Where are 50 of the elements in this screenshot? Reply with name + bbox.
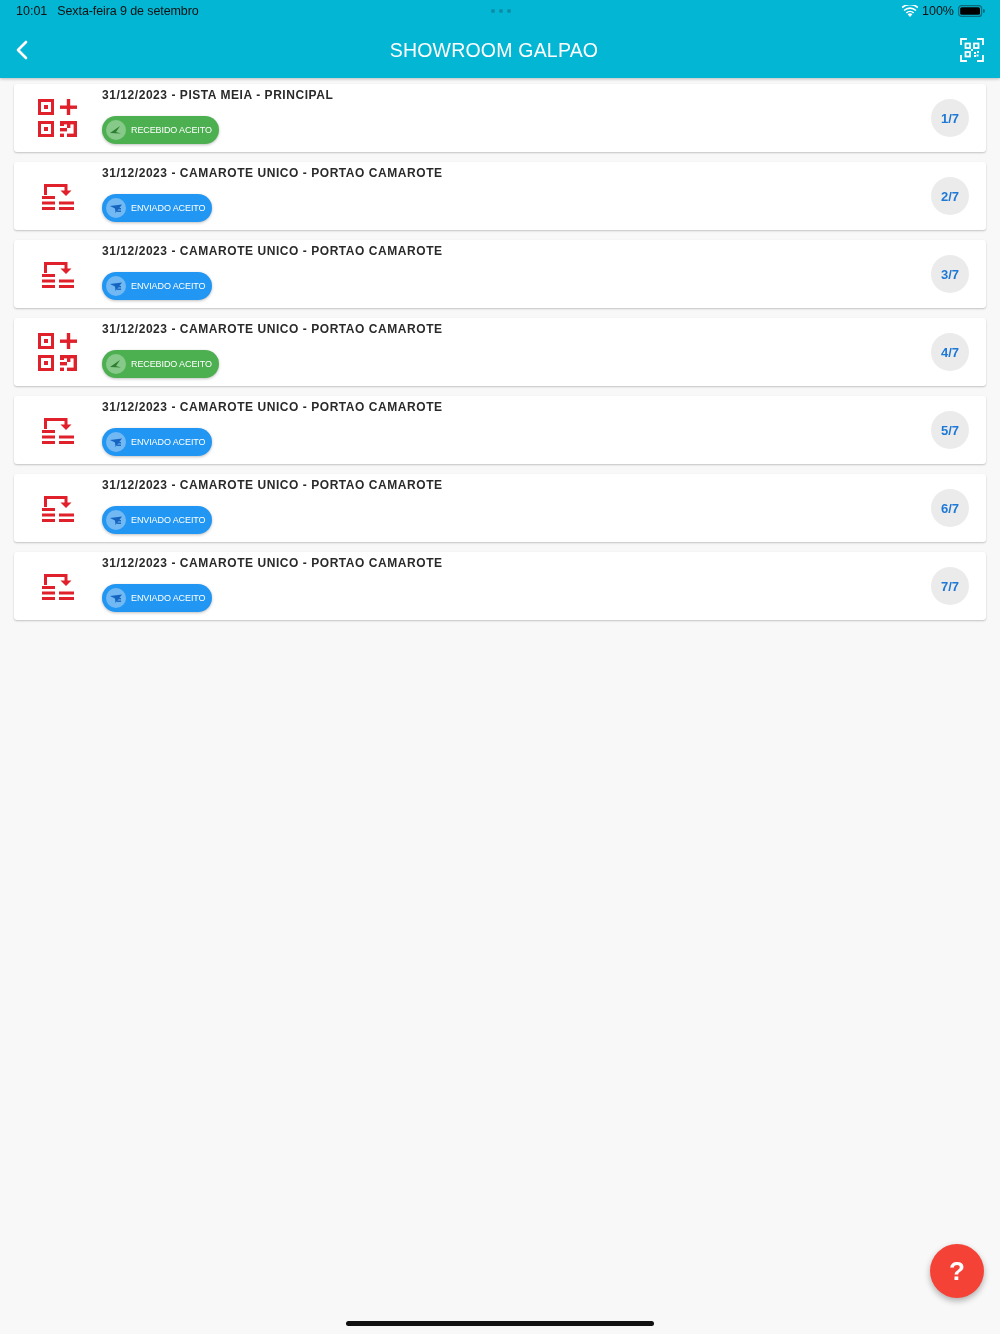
paper-plane-icon [106,510,126,530]
status-date: Sexta-feira 9 de setembro [57,4,199,18]
status-label: RECEBIDO ACEITO [131,125,212,135]
ticket-title: 31/12/2023 - CAMAROTE UNICO - PORTAO CAMAROTE [102,321,443,337]
paper-plane-icon [106,588,126,608]
counter-badge: 4/7 [931,333,969,371]
battery-percentage: 100% [922,4,954,18]
status-label: RECEBIDO ACEITO [131,359,212,369]
multitasking-dots-icon[interactable] [490,9,511,13]
ticket-title: 31/12/2023 - CAMAROTE UNICO - PORTAO CAMAROTE [102,477,443,493]
counter-badge: 2/7 [931,177,969,215]
help-button[interactable]: ? [930,1244,984,1298]
ticket-card[interactable]: 31/12/2023 - CAMAROTE UNICO - PORTAO CAMAROTE RECEBIDO ACEITO 4/7 [14,318,986,386]
wifi-icon [902,5,918,17]
paper-plane-icon [106,432,126,452]
ticket-title: 31/12/2023 - CAMAROTE UNICO - PORTAO CAMAROTE [102,243,443,259]
ticket-card[interactable]: 31/12/2023 - PISTA MEIA - PRINCIPAL RECEBIDO ACEITO 1/7 [14,84,986,152]
paper-plane-icon [106,354,126,374]
screen-title: SHOWROOM GALPAO [389,38,599,62]
ticket-card[interactable]: 31/12/2023 - CAMAROTE UNICO - PORTAO CAMAROTE ENVIADO ACEITO 5/7 [14,396,986,464]
counter-badge: 5/7 [931,411,969,449]
qr-plus-icon [38,333,78,371]
counter-badge: 7/7 [931,567,969,605]
ticket-title: 31/12/2023 - PISTA MEIA - PRINCIPAL [102,87,334,103]
status-label: ENVIADO ACEITO [131,515,206,525]
battery-icon [958,5,985,17]
transfer-list-icon [42,494,74,522]
ticket-card[interactable]: 31/12/2023 - CAMAROTE UNICO - PORTAO CAMAROTE ENVIADO ACEITO 7/7 [14,552,986,620]
transfer-list-icon [42,260,74,288]
ticket-title: 31/12/2023 - CAMAROTE UNICO - PORTAO CAMAROTE [102,165,443,181]
counter-badge: 6/7 [931,489,969,527]
ticket-card[interactable]: 31/12/2023 - CAMAROTE UNICO - PORTAO CAMAROTE ENVIADO ACEITO 6/7 [14,474,986,542]
status-label: ENVIADO ACEITO [131,281,206,291]
ticket-card[interactable]: 31/12/2023 - CAMAROTE UNICO - PORTAO CAMAROTE ENVIADO ACEITO 3/7 [14,240,986,308]
transfer-list-icon [42,182,74,210]
paper-plane-icon [106,276,126,296]
transfer-list-icon [42,572,74,600]
status-label: ENVIADO ACEITO [131,437,206,447]
status-label: ENVIADO ACEITO [131,593,206,603]
transfer-list-icon [42,416,74,444]
paper-plane-icon [106,120,126,140]
ticket-title: 31/12/2023 - CAMAROTE UNICO - PORTAO CAMAROTE [102,555,443,571]
counter-badge: 1/7 [931,99,969,137]
counter-badge: 3/7 [931,255,969,293]
ticket-card[interactable]: 31/12/2023 - CAMAROTE UNICO - PORTAO CAMAROTE ENVIADO ACEITO 2/7 [14,162,986,230]
paper-plane-icon [106,198,126,218]
status-time: 10:01 [16,4,48,18]
qr-plus-icon [38,99,78,137]
status-label: ENVIADO ACEITO [131,203,206,213]
ticket-title: 31/12/2023 - CAMAROTE UNICO - PORTAO CAMAROTE [102,399,443,415]
